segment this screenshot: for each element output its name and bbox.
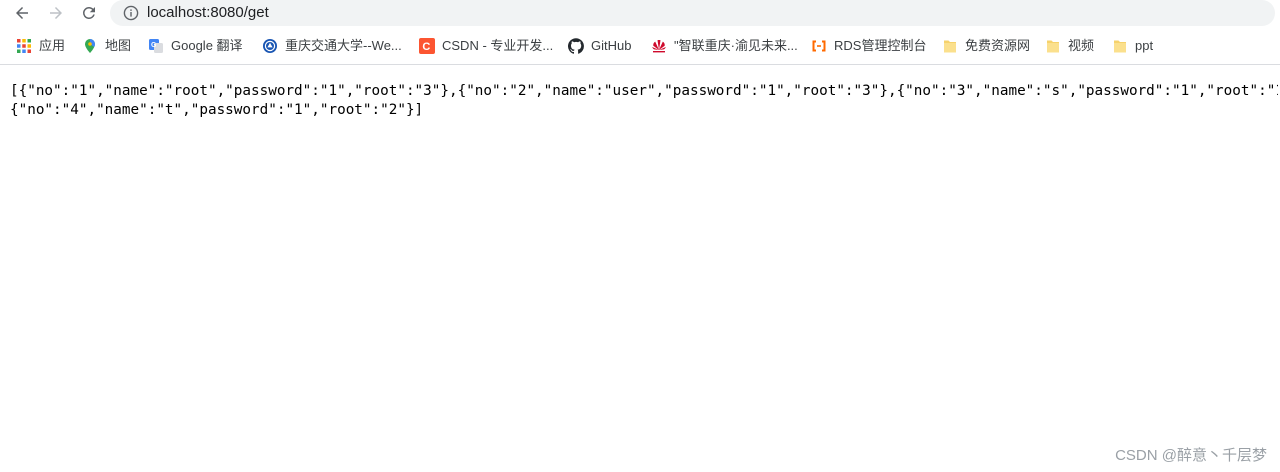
bookmark-label: Google 翻译 <box>171 38 243 53</box>
bookmark-folder-ppt[interactable]: ppt <box>1112 34 1153 58</box>
folder-icon <box>1114 40 1126 53</box>
reload-icon <box>82 6 95 19</box>
address-bar[interactable]: localhost:8080/get <box>110 0 1275 26</box>
bookmark-label: 地图 <box>105 38 132 53</box>
reload-button[interactable] <box>78 2 100 24</box>
bookmark-label: 视频 <box>1068 38 1095 53</box>
translate-icon: G <box>149 39 163 53</box>
json-line: {"no":"4","name":"t","password":"1","roo… <box>10 102 424 118</box>
forward-button[interactable] <box>45 2 67 24</box>
folder-icon <box>1047 40 1059 53</box>
csdn-logo-icon: C <box>419 38 435 54</box>
svg-text:C: C <box>422 41 430 53</box>
bookmark-github[interactable]: GitHub <box>568 34 631 58</box>
bookmark-label: 应用 <box>39 38 66 53</box>
bookmark-cqjtu[interactable]: 重庆交通大学--We... <box>262 34 402 58</box>
huawei-logo-icon <box>652 39 666 53</box>
apps-grid-icon <box>17 39 31 53</box>
browser-toolbar: localhost:8080/get <box>0 0 1280 26</box>
url-text[interactable]: localhost:8080/get <box>147 4 269 22</box>
bookmark-google-translate[interactable]: G Google 翻译 <box>148 34 243 58</box>
svg-text:G: G <box>151 42 157 49</box>
bookmark-folder-free-resources[interactable]: 免费资源网 <box>942 34 1030 58</box>
json-response: [{"no":"1","name":"root","password":"1",… <box>10 82 1278 122</box>
bookmark-csdn[interactable]: C CSDN - 专业开发... <box>419 34 553 58</box>
bookmark-label: CSDN - 专业开发... <box>442 38 554 53</box>
folder-icon <box>944 40 956 53</box>
csdn-watermark: CSDN @醉意丶千层梦 <box>1115 447 1267 464</box>
bookmark-huawei[interactable]: "智联重庆·渝见未来... <box>651 34 798 58</box>
arrow-left-icon <box>16 7 28 19</box>
maps-pin-icon <box>85 39 95 53</box>
bookmark-label: 免费资源网 <box>965 38 1031 53</box>
bookmarks-bar: 应用 地图 G Google 翻译 重庆交通大学--We... C CSDN -… <box>0 34 1280 58</box>
info-icon[interactable] <box>123 5 139 21</box>
bookmark-apps[interactable]: 应用 <box>16 34 65 58</box>
bookmark-label: "智联重庆·渝见未来... <box>674 38 798 53</box>
bookmark-rds-console[interactable]: RDS管理控制台 <box>811 34 926 58</box>
bookmark-label: 重庆交通大学--We... <box>285 38 402 53</box>
arrow-right-icon <box>50 7 62 19</box>
bookmark-label: GitHub <box>591 38 632 53</box>
json-line: [{"no":"1","name":"root","password":"1",… <box>10 83 1278 99</box>
github-logo-icon <box>568 38 584 54</box>
bookmark-folder-video[interactable]: 视频 <box>1045 34 1094 58</box>
bookmark-maps[interactable]: 地图 <box>82 34 131 58</box>
university-logo-icon <box>263 39 277 53</box>
aliyun-logo-icon <box>812 40 826 52</box>
toolbar-divider <box>0 64 1280 65</box>
bookmark-label: ppt <box>1135 38 1154 53</box>
back-button[interactable] <box>11 2 33 24</box>
bookmark-label: RDS管理控制台 <box>834 38 927 53</box>
